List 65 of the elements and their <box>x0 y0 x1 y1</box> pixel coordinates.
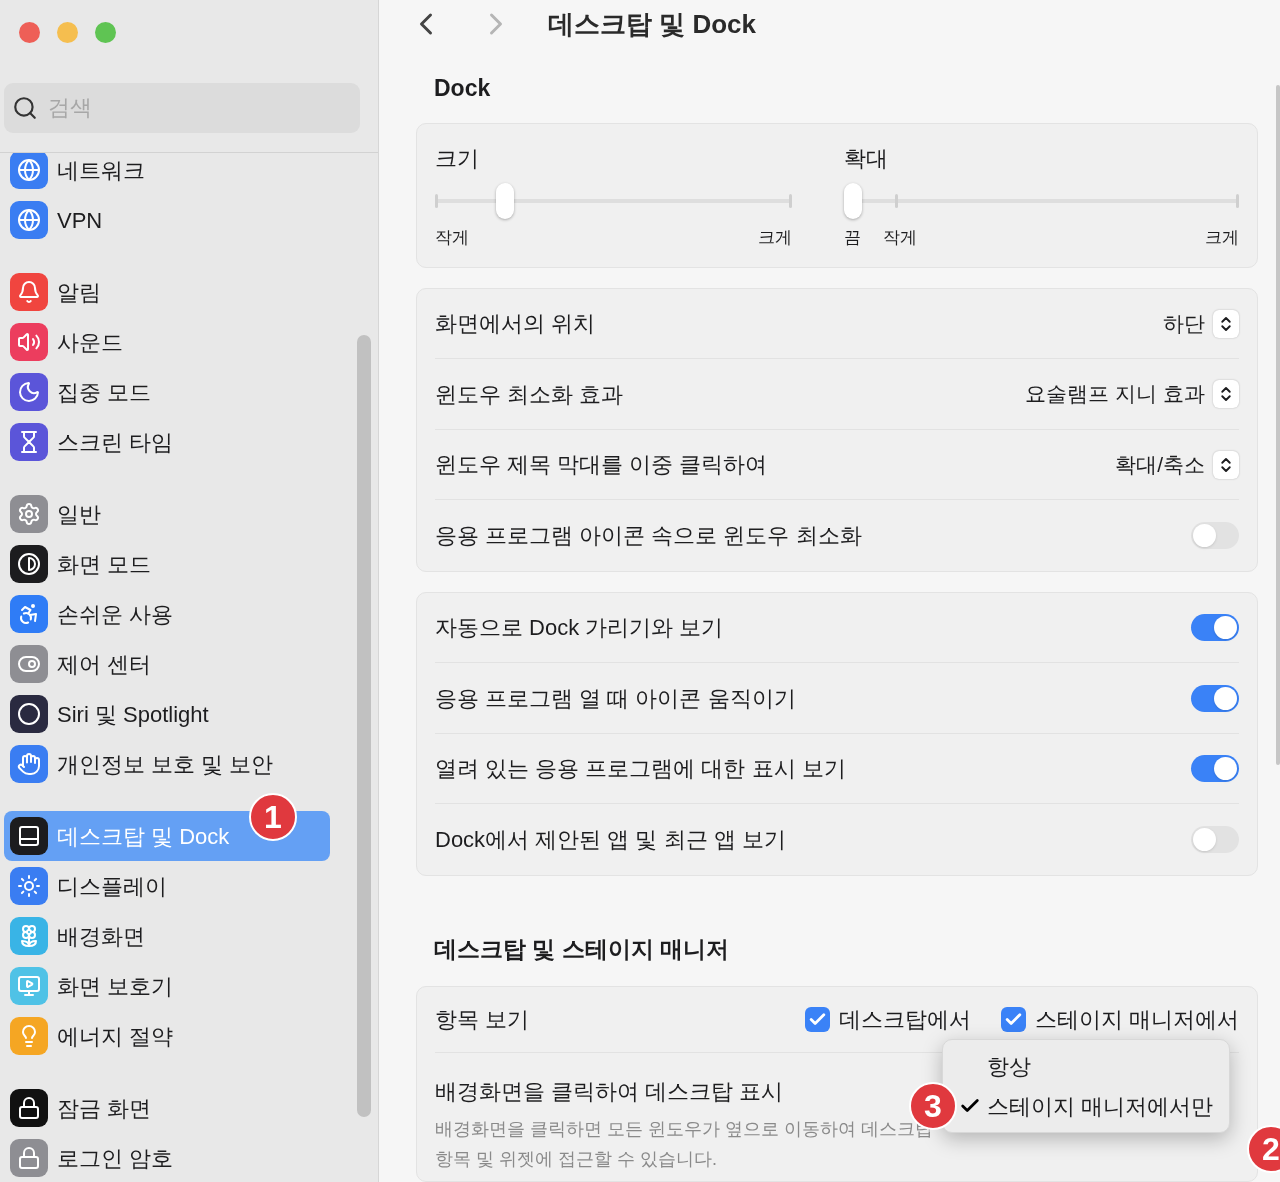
toggle-switch[interactable] <box>1191 614 1239 642</box>
setting-label: 항목 보기 <box>435 1006 530 1035</box>
sidebar-item[interactable]: 네트워크 <box>4 153 330 195</box>
setting-label: 윈도우 제목 막대를 이중 클릭하여 <box>435 451 768 480</box>
setting-label: Dock에서 제안된 앱 및 최근 앱 보기 <box>435 826 786 855</box>
close-button[interactable] <box>19 22 40 43</box>
scrollbar[interactable] <box>357 335 371 1117</box>
sidebar-item[interactable]: 제어 센터 <box>4 639 330 689</box>
setting-label: 응용 프로그램 열 때 아이콘 움직이기 <box>435 684 796 713</box>
setting-label: 화면에서의 위치 <box>435 310 596 339</box>
slider[interactable] <box>435 183 792 220</box>
updown-icon <box>1213 309 1239 338</box>
menu-item[interactable]: 스테이지 매니저에서만 <box>987 1089 1214 1123</box>
sidebar-item[interactable]: 알림 <box>4 267 330 317</box>
minimize-button[interactable] <box>57 22 78 43</box>
popup-button[interactable]: 하단 <box>1163 307 1239 340</box>
sidebar-item[interactable]: 로그인 암호 <box>4 1133 330 1182</box>
slider-label: 확대 <box>844 145 889 174</box>
number-badge: 1 <box>249 793 297 841</box>
search-icon <box>12 95 38 121</box>
popup-button[interactable]: 요술램프 지니 효과 <box>1025 378 1239 410</box>
slider-label: 크기 <box>435 145 480 174</box>
sidebar-item[interactable]: VPN <box>4 195 330 245</box>
slider[interactable] <box>844 183 1239 220</box>
checkbox[interactable] <box>1000 1007 1026 1033</box>
toggle-switch[interactable] <box>1191 755 1239 783</box>
sidebar-item[interactable]: 화면 모드 <box>4 539 330 589</box>
setting-label: 배경화면을 클릭하여 데스크탑 표시 <box>435 1078 784 1107</box>
sidebar-item[interactable]: 배경화면 <box>4 911 330 961</box>
scrollbar[interactable] <box>1276 85 1280 765</box>
updown-icon <box>1213 450 1239 479</box>
scale-label: 작게 <box>435 227 469 250</box>
toggle-switch[interactable] <box>1191 826 1239 854</box>
sidebar-item[interactable]: 화면 보호기 <box>4 961 330 1011</box>
checkbox-option[interactable]: 스테이지 매니저에서 <box>1000 1003 1239 1037</box>
section-heading: Dock <box>434 73 492 103</box>
setting-label: 윈도우 최소화 효과 <box>435 380 624 409</box>
sidebar-item[interactable]: 디스플레이 <box>4 861 330 911</box>
scale-label: 크게 <box>1205 227 1239 250</box>
setting-label: 열려 있는 응용 프로그램에 대한 표시 보기 <box>435 755 846 784</box>
menu-item[interactable]: 항상 <box>987 1049 1031 1083</box>
sidebar-item[interactable]: 사운드 <box>4 317 330 367</box>
sidebar-item[interactable]: 에너지 절약 <box>4 1011 330 1061</box>
popup-button[interactable]: 확대/축소 <box>1115 448 1239 481</box>
sidebar-item[interactable]: 집중 모드 <box>4 367 330 417</box>
page-title: 데스크탑 및 Dock <box>548 7 757 41</box>
checkbox[interactable] <box>804 1007 830 1033</box>
setting-label: 응용 프로그램 아이콘 속으로 윈도우 최소화 <box>435 522 862 551</box>
toggle-switch[interactable] <box>1191 522 1239 550</box>
sidebar-item[interactable]: 개인정보 보호 및 보안 <box>4 739 330 789</box>
scale-label: 크게 <box>758 227 792 250</box>
section-heading: 데스크탑 및 스테이지 매니저 <box>434 934 731 964</box>
zoom-button[interactable] <box>95 22 116 43</box>
sidebar-item[interactable]: 일반 <box>4 489 330 539</box>
sidebar-item[interactable]: Siri 및 Spotlight <box>4 689 330 739</box>
setting-label: 자동으로 Dock 가리기와 보기 <box>435 614 724 643</box>
scale-label: 끔 <box>844 227 861 250</box>
number-badge: 2 <box>1247 1125 1280 1174</box>
toggle-switch[interactable] <box>1191 684 1239 712</box>
sidebar-item[interactable]: 스크린 타임 <box>4 417 330 467</box>
sidebar-item[interactable]: 잠금 화면 <box>4 1083 330 1133</box>
scale-label: 작게 <box>883 227 917 250</box>
sidebar-item[interactable]: 손쉬운 사용 <box>4 589 330 639</box>
updown-icon <box>1213 380 1239 409</box>
checkbox-option[interactable]: 데스크탑에서 <box>804 1003 971 1037</box>
